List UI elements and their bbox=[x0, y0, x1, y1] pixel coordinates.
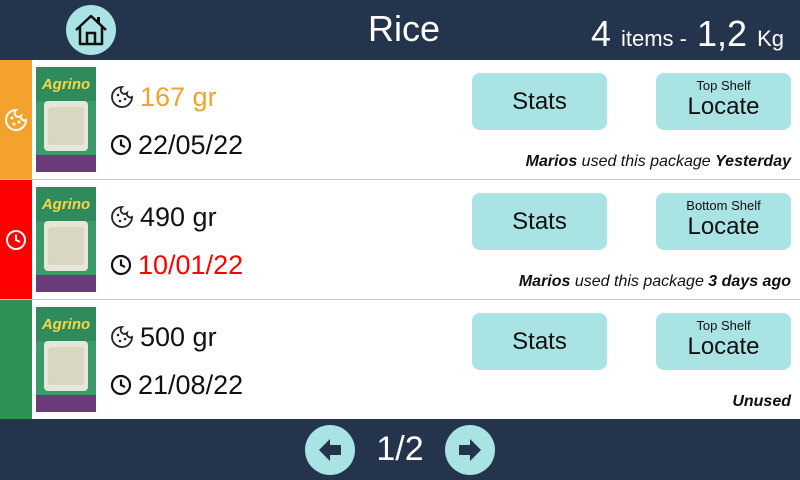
shelf-label: Bottom Shelf bbox=[686, 198, 761, 213]
cookie-icon bbox=[111, 206, 133, 228]
page-indicator: 1/2 bbox=[376, 430, 424, 468]
previous-page-button[interactable] bbox=[305, 425, 355, 475]
date-value: 22/05/22 bbox=[138, 130, 244, 160]
package-weight: 167 gr bbox=[110, 82, 217, 112]
date-value: 21/08/22 bbox=[138, 370, 244, 400]
arrow-left-icon bbox=[319, 439, 341, 461]
usage-user: Marios bbox=[525, 153, 578, 170]
locate-button[interactable]: Bottom Shelf Locate bbox=[656, 193, 791, 250]
pagination-bar: 1/2 bbox=[0, 420, 800, 480]
clock-icon bbox=[110, 134, 132, 156]
package-row: Agrino 500 gr 21/08/22 Stats Top Shelf L… bbox=[0, 300, 800, 419]
package-row: Agrino 167 gr 22/05/22 Stats Top Shelf L… bbox=[0, 60, 800, 179]
arrow-right-icon bbox=[459, 439, 481, 461]
weight-value: 490 gr bbox=[140, 202, 217, 232]
rice-package-image: Agrino bbox=[36, 67, 96, 172]
status-bar bbox=[0, 300, 32, 419]
stats-button[interactable]: Stats bbox=[472, 73, 607, 130]
locate-label: Locate bbox=[687, 333, 760, 360]
inventory-summary: 4 items - 1,2 Kg bbox=[591, 14, 784, 59]
clock-icon bbox=[110, 374, 132, 396]
weight-value: 500 gr bbox=[140, 322, 217, 352]
locate-label: Locate bbox=[687, 213, 760, 240]
usage-phrase: used this package bbox=[570, 273, 709, 290]
shelf-label: Top Shelf bbox=[696, 78, 751, 93]
total-weight: 1,2 bbox=[697, 13, 748, 54]
package-date: 22/05/22 bbox=[110, 130, 243, 160]
svg-text:Agrino: Agrino bbox=[41, 76, 90, 93]
rice-package-image: Agrino bbox=[36, 307, 96, 412]
package-row: Agrino 490 gr 10/01/22 Stats Bottom Shel… bbox=[0, 180, 800, 299]
cookie-icon bbox=[111, 326, 133, 348]
date-value: 10/01/22 bbox=[138, 250, 244, 280]
clock-icon bbox=[6, 229, 26, 250]
locate-label: Locate bbox=[687, 93, 760, 120]
status-bar bbox=[0, 60, 32, 179]
cookie-icon bbox=[5, 108, 28, 131]
svg-text:Agrino: Agrino bbox=[41, 196, 90, 213]
usage-text: Marios used this package 3 days ago bbox=[519, 272, 791, 292]
svg-text:Agrino: Agrino bbox=[41, 316, 90, 333]
next-page-button[interactable] bbox=[445, 425, 495, 475]
items-label: items - bbox=[621, 26, 687, 51]
usage-phrase: used this package bbox=[577, 153, 716, 170]
usage-text: Unused bbox=[732, 392, 791, 412]
usage-when: Unused bbox=[732, 393, 791, 410]
stats-button[interactable]: Stats bbox=[472, 313, 607, 370]
locate-button[interactable]: Top Shelf Locate bbox=[656, 313, 791, 370]
weight-unit: Kg bbox=[757, 26, 784, 51]
status-bar bbox=[0, 180, 32, 299]
item-count: 4 bbox=[590, 13, 611, 54]
locate-button[interactable]: Top Shelf Locate bbox=[656, 73, 791, 130]
package-date: 10/01/22 bbox=[110, 250, 243, 280]
package-weight: 500 gr bbox=[110, 322, 217, 352]
package-list: Agrino 167 gr 22/05/22 Stats Top Shelf L… bbox=[0, 60, 800, 419]
usage-user: Marios bbox=[518, 273, 571, 290]
rice-package-image: Agrino bbox=[36, 187, 96, 292]
stats-button[interactable]: Stats bbox=[472, 193, 607, 250]
cookie-icon bbox=[111, 86, 133, 108]
usage-text: Marios used this package Yesterday bbox=[526, 152, 791, 172]
shelf-label: Top Shelf bbox=[696, 318, 751, 333]
usage-when: Yesterday bbox=[715, 153, 791, 170]
clock-icon bbox=[110, 254, 132, 276]
usage-when: 3 days ago bbox=[708, 273, 791, 290]
header: Rice 4 items - 1,2 Kg bbox=[0, 0, 800, 60]
package-date: 21/08/22 bbox=[110, 370, 243, 400]
package-weight: 490 gr bbox=[110, 202, 217, 232]
weight-value: 167 gr bbox=[140, 82, 217, 112]
